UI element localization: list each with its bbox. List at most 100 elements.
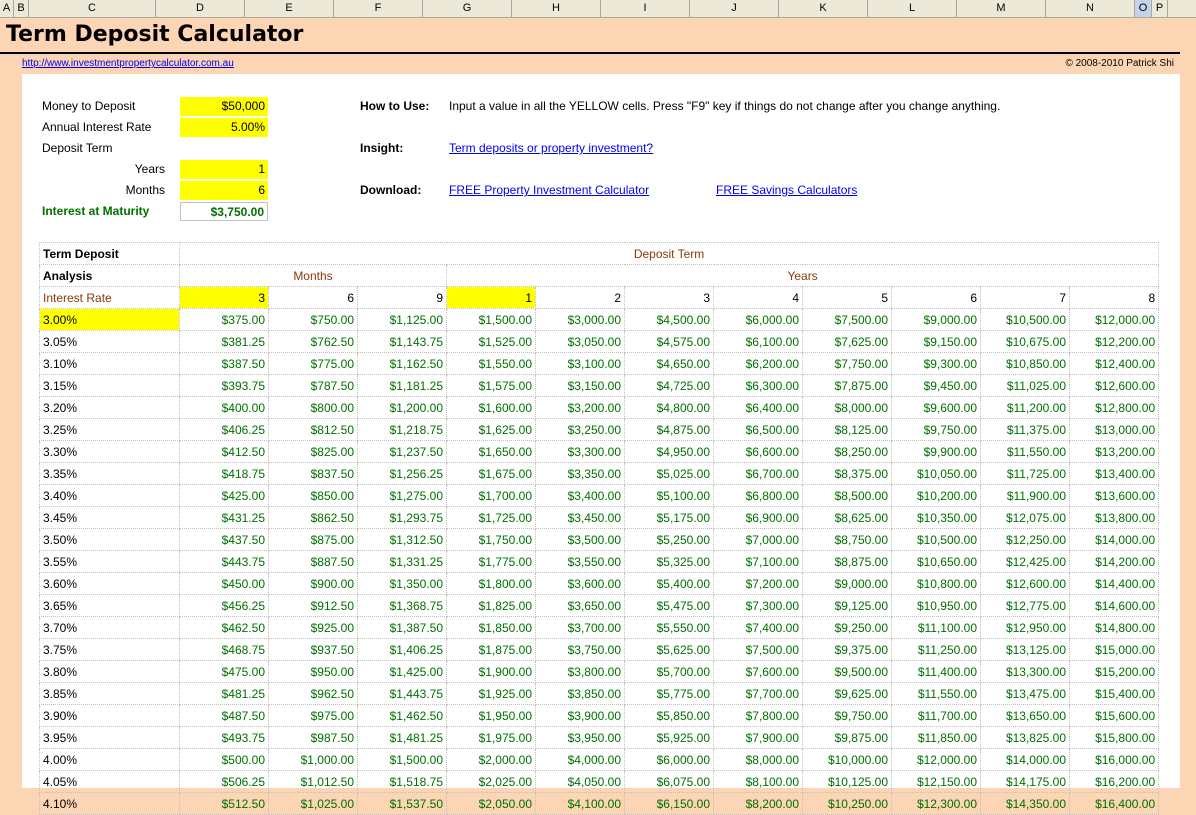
interest-cell: $3,700.00 — [535, 616, 625, 639]
interest-cell: $14,200.00 — [1068, 550, 1160, 573]
table-row: 3.50% $437.50 $875.00 $1,312.50 $1,750.00 $3,… — [39, 528, 1160, 551]
interest-cell: $3,000.00 — [535, 308, 625, 331]
months-input[interactable]: 6 — [180, 181, 268, 200]
interest-cell: $13,400.00 — [1068, 462, 1160, 485]
interest-cell: $5,475.00 — [624, 594, 714, 617]
interest-cell: $1,406.25 — [357, 638, 447, 661]
column-header-b[interactable]: B — [14, 0, 29, 17]
interest-cell: $387.50 — [179, 352, 269, 375]
column-header-a[interactable]: A — [0, 0, 14, 17]
interest-cell: $937.50 — [268, 638, 358, 661]
table-row: 3.40% $425.00 $850.00 $1,275.00 $1,700.00 $3,… — [39, 484, 1160, 507]
interest-cell: $962.50 — [268, 682, 358, 705]
download-label: Download: — [360, 183, 422, 197]
interest-cell: $10,650.00 — [891, 550, 981, 573]
maturity-value: $3,750.00 — [180, 202, 268, 221]
column-header-d[interactable]: D — [156, 0, 245, 17]
interest-cell: $13,825.00 — [980, 726, 1070, 749]
column-header-k[interactable]: K — [779, 0, 868, 17]
term-header-cell: 8 — [1068, 286, 1160, 309]
interest-cell: $4,875.00 — [624, 418, 714, 441]
interest-cell: $11,550.00 — [891, 682, 981, 705]
column-header-o[interactable]: O — [1135, 0, 1152, 17]
money-input[interactable]: $50,000 — [180, 97, 268, 116]
rate-cell: 3.55% — [39, 550, 180, 573]
rate-cell: 3.60% — [39, 572, 180, 595]
interest-cell: $462.50 — [179, 616, 269, 639]
interest-cell: $5,625.00 — [624, 638, 714, 661]
savings-calculators-link[interactable]: FREE Savings Calculators — [716, 180, 857, 201]
interest-cell: $750.00 — [268, 308, 358, 331]
interest-cell: $15,800.00 — [1068, 726, 1160, 749]
interest-cell: $3,100.00 — [535, 352, 625, 375]
column-header-f[interactable]: F — [334, 0, 423, 17]
rate-cell: 3.10% — [39, 352, 180, 375]
interest-cell: $6,600.00 — [713, 440, 803, 463]
interest-cell: $512.50 — [179, 792, 269, 815]
interest-cell: $14,350.00 — [980, 792, 1070, 815]
interest-cell: $15,400.00 — [1068, 682, 1160, 705]
rate-label: Annual Interest Rate — [42, 120, 152, 134]
insight-link[interactable]: Term deposits or property investment? — [449, 138, 653, 159]
interest-cell: $12,400.00 — [1068, 352, 1160, 375]
interest-cell: $4,950.00 — [624, 440, 714, 463]
interest-cell: $4,100.00 — [535, 792, 625, 815]
interest-cell: $3,850.00 — [535, 682, 625, 705]
interest-cell: $12,000.00 — [1068, 308, 1160, 331]
interest-cell: $900.00 — [268, 572, 358, 595]
column-header-p[interactable]: P — [1152, 0, 1168, 17]
table-row: 3.05% $381.25 $762.50 $1,143.75 $1,525.00 $3,… — [39, 330, 1160, 353]
analysis-table: Term Deposit Deposit Term Analysis Month… — [39, 242, 1160, 815]
interest-cell: $1,500.00 — [446, 308, 536, 331]
interest-cell: $1,331.25 — [357, 550, 447, 573]
interest-cell: $475.00 — [179, 660, 269, 683]
column-header-j[interactable]: J — [690, 0, 779, 17]
property-calculator-link[interactable]: FREE Property Investment Calculator — [449, 180, 649, 201]
site-link[interactable]: http://www.investmentpropertycalculator.… — [22, 58, 234, 69]
interest-cell: $375.00 — [179, 308, 269, 331]
column-header-h[interactable]: H — [512, 0, 601, 17]
interest-cell: $10,250.00 — [802, 792, 892, 815]
interest-cell: $8,750.00 — [802, 528, 892, 551]
interest-cell: $3,250.00 — [535, 418, 625, 441]
column-header-i[interactable]: I — [601, 0, 690, 17]
interest-cell: $1,012.50 — [268, 770, 358, 793]
interest-cell: $11,200.00 — [980, 396, 1070, 419]
interest-cell: $1,950.00 — [446, 704, 536, 727]
how-text: Input a value in all the YELLOW cells. P… — [449, 99, 1001, 113]
table-row: 3.25% $406.25 $812.50 $1,218.75 $1,625.00 $3,… — [39, 418, 1160, 441]
interest-cell: $6,300.00 — [713, 374, 803, 397]
table-row: 3.00% $375.00 $750.00 $1,125.00 $1,500.00 $3,… — [39, 308, 1160, 331]
interest-cell: $14,800.00 — [1068, 616, 1160, 639]
term-header-cell: 5 — [802, 286, 892, 309]
interest-cell: $862.50 — [268, 506, 358, 529]
interest-cell: $1,181.25 — [357, 374, 447, 397]
column-header-l[interactable]: L — [868, 0, 957, 17]
column-header-n[interactable]: N — [1046, 0, 1135, 17]
interest-cell: $1,700.00 — [446, 484, 536, 507]
column-header-e[interactable]: E — [245, 0, 334, 17]
interest-cell: $14,000.00 — [1068, 528, 1160, 551]
interest-cell: $9,250.00 — [802, 616, 892, 639]
years-input[interactable]: 1 — [180, 160, 268, 179]
interest-cell: $5,850.00 — [624, 704, 714, 727]
interest-cell: $493.75 — [179, 726, 269, 749]
interest-cell: $3,450.00 — [535, 506, 625, 529]
column-header-m[interactable]: M — [957, 0, 1046, 17]
interest-cell: $1,218.75 — [357, 418, 447, 441]
interest-cell: $5,550.00 — [624, 616, 714, 639]
interest-cell: $1,025.00 — [268, 792, 358, 815]
interest-cell: $14,600.00 — [1068, 594, 1160, 617]
term-header-cell: 6 — [268, 286, 358, 309]
rate-input[interactable]: 5.00% — [180, 118, 268, 137]
interest-cell: $1,675.00 — [446, 462, 536, 485]
interest-cell: $12,950.00 — [980, 616, 1070, 639]
deposit-term-header: Deposit Term — [178, 242, 1160, 265]
column-header-g[interactable]: G — [423, 0, 512, 17]
table-row: 3.55% $443.75 $887.50 $1,331.25 $1,775.00 $3,… — [39, 550, 1160, 573]
table-row: 3.20% $400.00 $800.00 $1,200.00 $1,600.00 $3,… — [39, 396, 1160, 419]
title-rule — [0, 52, 1180, 54]
interest-cell: $11,900.00 — [980, 484, 1070, 507]
interest-cell: $3,650.00 — [535, 594, 625, 617]
column-header-c[interactable]: C — [29, 0, 156, 17]
